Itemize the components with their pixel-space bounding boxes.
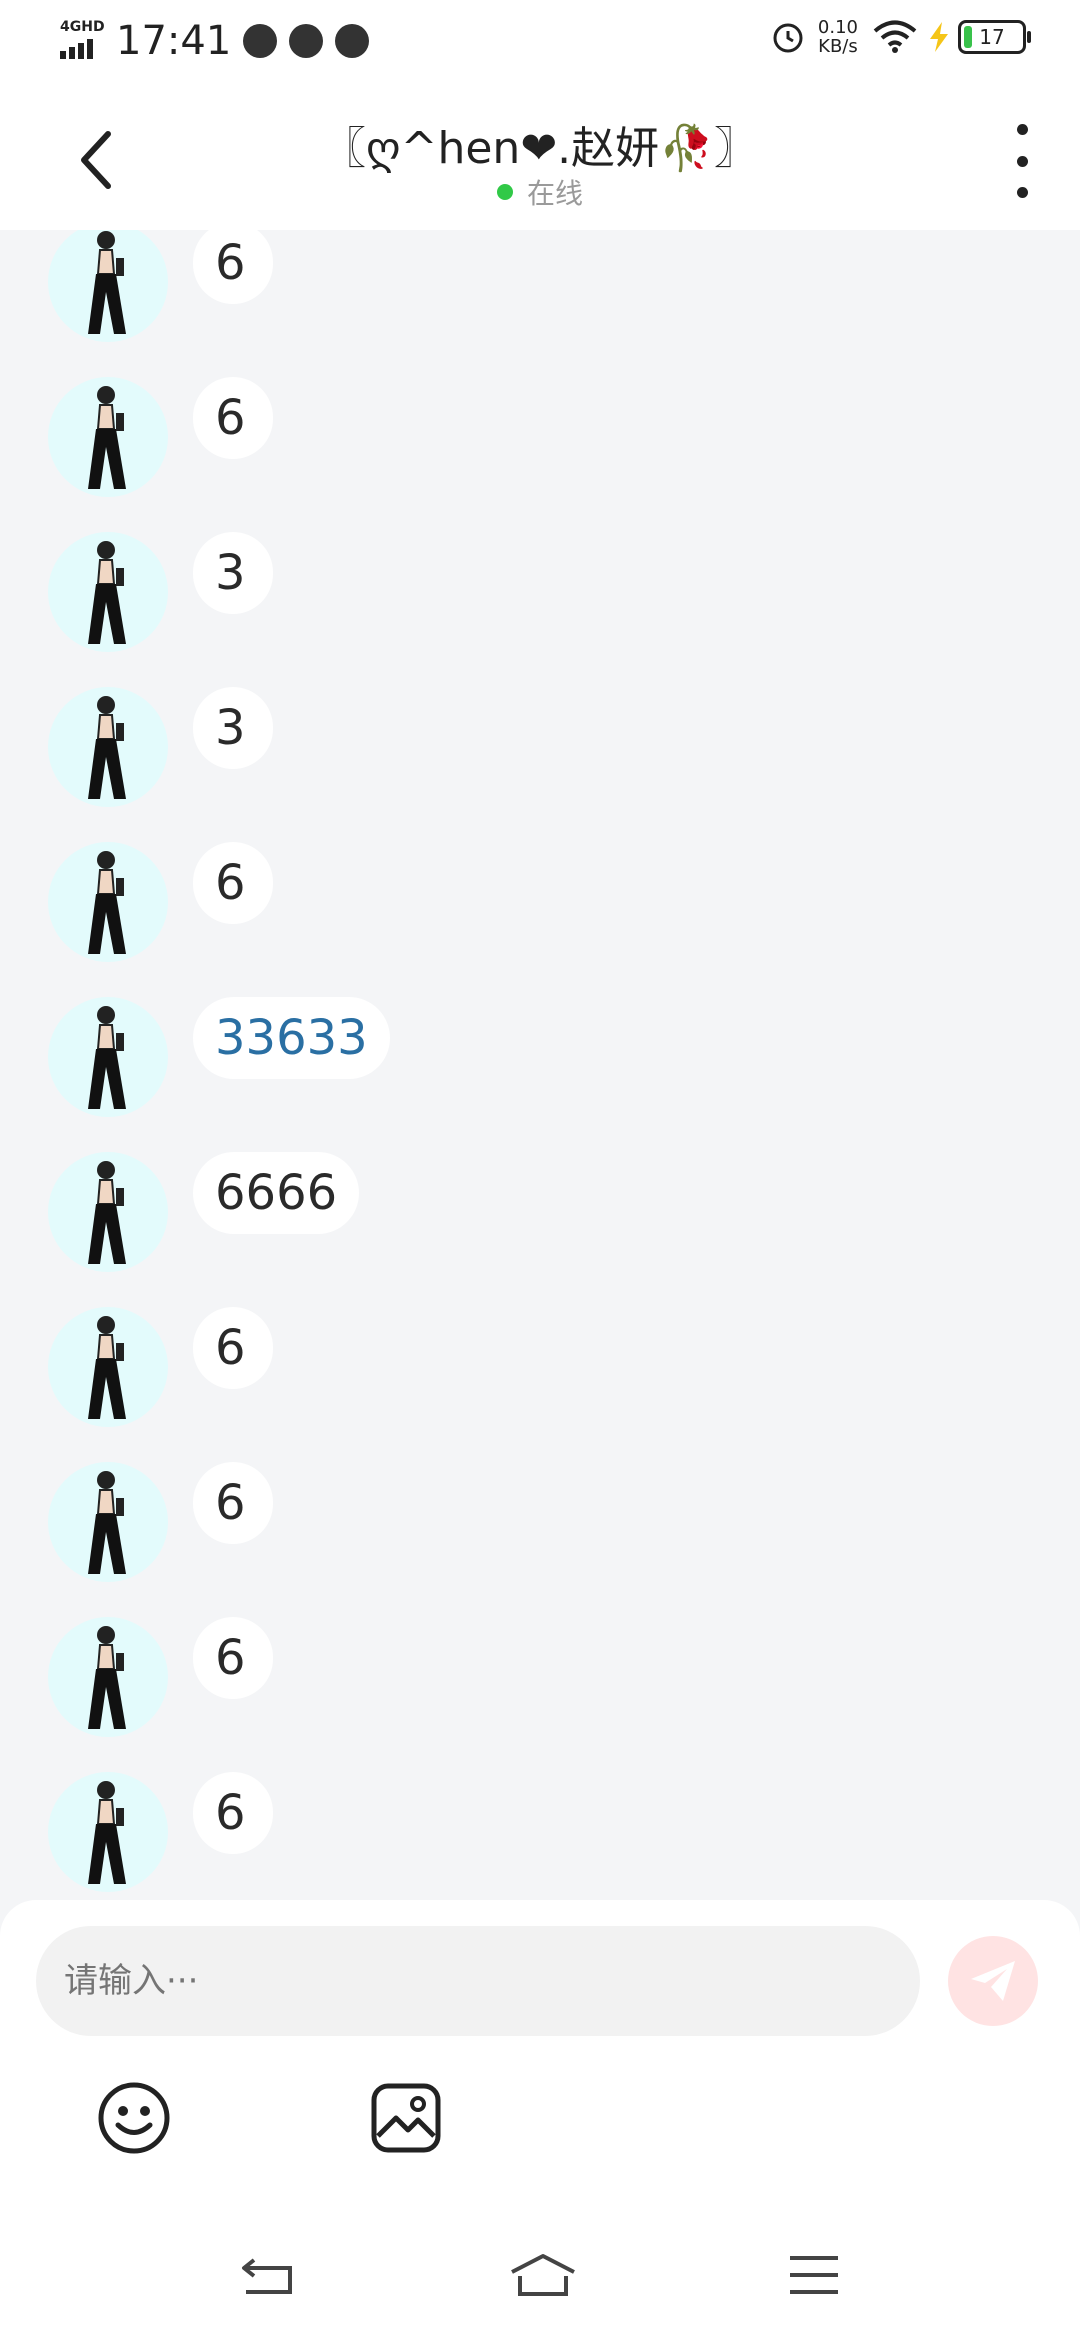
message-bubble[interactable]: 3 (193, 532, 273, 614)
cellular-signal-icon: 4GHD (58, 19, 106, 63)
avatar[interactable] (48, 687, 168, 807)
avatar[interactable] (48, 842, 168, 962)
menu-nav-icon[interactable] (784, 2250, 844, 2300)
avatar[interactable] (48, 1617, 168, 1737)
clock: 17:41 (116, 18, 232, 64)
wechat-icon (289, 24, 324, 58)
message-icon (335, 24, 370, 58)
image-icon[interactable] (368, 2080, 444, 2156)
message-bubble[interactable]: 6 (193, 1772, 273, 1854)
message-row: 6 (48, 1462, 948, 1602)
message-bubble[interactable]: 6666 (193, 1152, 360, 1234)
emoji-icon[interactable] (96, 2080, 172, 2156)
paper-plane-icon (971, 1961, 1015, 2001)
wifi-icon (873, 20, 917, 53)
system-nav-bar (0, 2220, 1080, 2340)
avatar[interactable] (48, 532, 168, 652)
avatar[interactable] (48, 1307, 168, 1427)
message-row: 3 (48, 687, 948, 827)
message-row: 6 (48, 1772, 948, 1900)
message-row: 3 (48, 532, 948, 672)
network-type: 4GHD (60, 19, 105, 35)
message-list[interactable]: 6 6 3 3 6 33633 6666 6 6 6 6 (0, 230, 1080, 1900)
message-row: 6 (48, 377, 948, 517)
online-status: 在线 (0, 172, 1080, 212)
message-bubble[interactable]: 6 (193, 1307, 273, 1389)
home-nav-icon[interactable] (508, 2250, 578, 2300)
message-bubble[interactable]: 6 (193, 842, 273, 924)
message-bubble-link[interactable]: 33633 (193, 997, 390, 1079)
message-input[interactable] (36, 1926, 920, 2036)
avatar[interactable] (48, 1772, 168, 1892)
message-row: 6 (48, 1617, 948, 1757)
message-row: 6666 (48, 1152, 948, 1292)
message-bubble[interactable]: 3 (193, 687, 273, 769)
message-row: 33633 (48, 997, 948, 1137)
message-row: 6 (48, 230, 948, 362)
message-bubble[interactable]: 6 (193, 1617, 273, 1699)
online-status-text: 在线 (526, 177, 583, 210)
message-row: 6 (48, 842, 948, 982)
contact-name: 〖ღ^hen❤.赵妍🥀〗 (322, 123, 758, 174)
message-bubble[interactable]: 6 (193, 230, 273, 304)
status-bar-left: 4GHD 17:41 (58, 18, 370, 64)
avatar[interactable] (48, 1152, 168, 1272)
message-bubble[interactable]: 6 (193, 377, 273, 459)
message-bubble[interactable]: 6 (193, 1462, 273, 1544)
avatar[interactable] (48, 377, 168, 497)
online-dot-icon (496, 184, 513, 200)
network-speed: 0.10 KB/s (817, 17, 858, 57)
avatar[interactable] (48, 1462, 168, 1582)
alarm-icon (773, 23, 803, 53)
send-button[interactable] (948, 1936, 1038, 2026)
battery-indicator: 17 (958, 20, 1031, 54)
status-bar: 4GHD 17:41 0.10 KB/s 17 (0, 0, 1080, 84)
back-nav-icon[interactable] (238, 2250, 298, 2300)
more-options-button[interactable] (1004, 124, 1040, 198)
chat-header: 〖ღ^hen❤.赵妍🥀〗 在线 (0, 84, 1080, 230)
avatar[interactable] (48, 230, 168, 342)
message-row: 6 (48, 1307, 948, 1447)
charging-icon (930, 22, 948, 52)
status-bar-right: 0.10 KB/s 17 (770, 17, 1031, 57)
speedometer-icon (243, 24, 278, 58)
avatar[interactable] (48, 997, 168, 1117)
